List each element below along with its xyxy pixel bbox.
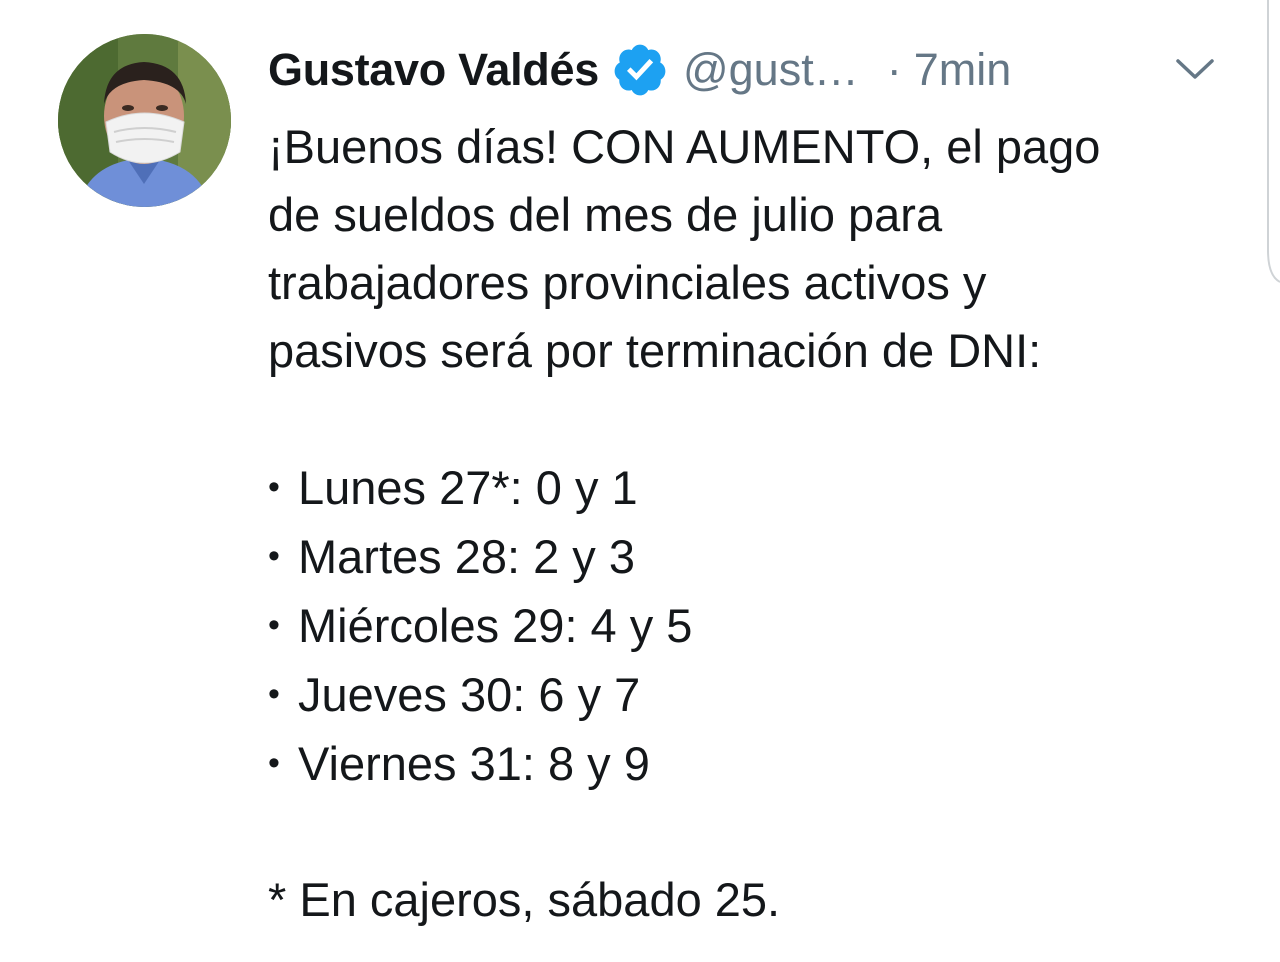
tweet-header: Gustavo Valdés @gust… · 7min [268, 40, 1011, 100]
list-item: • Lunes 27*: 0 y 1 [268, 453, 1228, 522]
list-item: • Viernes 31: 8 y 9 [268, 729, 1228, 798]
text-line: de sueldos del mes de julio para [268, 188, 943, 241]
bullet: • [268, 744, 280, 782]
panel-edge [1258, 0, 1280, 290]
schedule-entry: Jueves 30: 6 y 7 [298, 668, 641, 721]
chevron-down-icon[interactable] [1172, 52, 1218, 86]
timestamp[interactable]: 7min [914, 44, 1012, 96]
bullet: • [268, 606, 280, 644]
bullet: • [268, 468, 280, 506]
schedule-entry: Lunes 27*: 0 y 1 [298, 461, 638, 514]
schedule-entry: Viernes 31: 8 y 9 [298, 737, 650, 790]
tweet-text: ¡Buenos días! CON AUMENTO, el pago de su… [268, 113, 1228, 934]
schedule-entry: Miércoles 29: 4 y 5 [298, 599, 693, 652]
avatar[interactable] [58, 34, 231, 207]
list-item: • Martes 28: 2 y 3 [268, 522, 1228, 591]
author-name[interactable]: Gustavo Valdés [268, 44, 599, 96]
text-line: trabajadores provinciales activos y [268, 256, 987, 309]
author-handle[interactable]: @gust… [683, 44, 859, 96]
schedule-list: • Lunes 27*: 0 y 1 • Martes 28: 2 y 3 • Mié… [268, 453, 1228, 798]
footnote: * En cajeros, sábado 25. [268, 873, 781, 926]
text-line: ¡Buenos días! CON AUMENTO, el pago [268, 120, 1101, 173]
verified-badge-icon [611, 41, 669, 99]
bullet: • [268, 675, 280, 713]
separator-dot: · [886, 44, 902, 95]
bullet: • [268, 537, 280, 575]
schedule-entry: Martes 28: 2 y 3 [298, 530, 635, 583]
text-line: pasivos será por terminación de DNI: [268, 324, 1042, 377]
list-item: • Jueves 30: 6 y 7 [268, 660, 1228, 729]
tweet: Gustavo Valdés @gust… · 7min ¡Buenos día… [0, 0, 1280, 962]
list-item: • Miércoles 29: 4 y 5 [268, 591, 1228, 660]
